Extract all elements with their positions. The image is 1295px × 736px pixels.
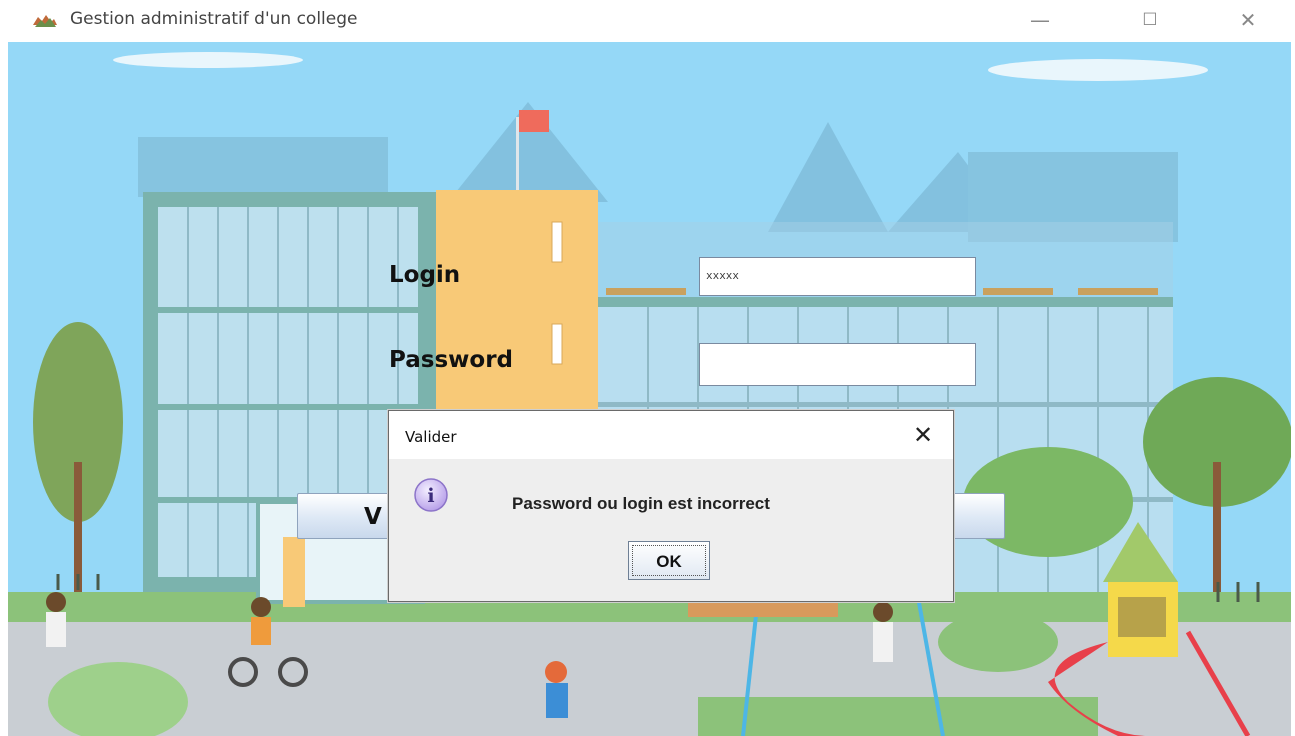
school-illustration — [8, 42, 1291, 736]
close-button[interactable]: ✕ — [1228, 6, 1268, 34]
password-input[interactable] — [699, 343, 976, 386]
login-input[interactable]: xxxxx — [699, 257, 976, 296]
info-icon: i — [414, 478, 448, 512]
minimize-button[interactable]: — — [1020, 6, 1060, 34]
ok-button[interactable]: OK — [628, 541, 710, 580]
validate-button-label: V — [364, 504, 382, 530]
application-window: Gestion administratif d'un college — ☐ ✕ — [0, 0, 1295, 736]
school-background-image: Login xxxxx Password — [8, 42, 1291, 736]
map-icon — [33, 15, 57, 27]
error-dialog: Valider ✕ i Password ou login est incorr… — [388, 410, 954, 602]
login-label: Login — [389, 262, 461, 288]
dialog-title-bar: Valider ✕ — [389, 411, 953, 459]
dialog-title: Valider — [405, 428, 457, 446]
ok-button-focus-ring — [632, 545, 706, 576]
password-label: Password — [389, 347, 513, 373]
info-icon-glyph: i — [427, 485, 434, 507]
maximize-button[interactable]: ☐ — [1130, 6, 1170, 34]
dialog-close-button[interactable]: ✕ — [908, 420, 938, 450]
dialog-message: Password ou login est incorrect — [512, 494, 770, 513]
title-bar: Gestion administratif d'un college — ☐ ✕ — [0, 0, 1295, 42]
window-title: Gestion administratif d'un college — [70, 9, 358, 29]
